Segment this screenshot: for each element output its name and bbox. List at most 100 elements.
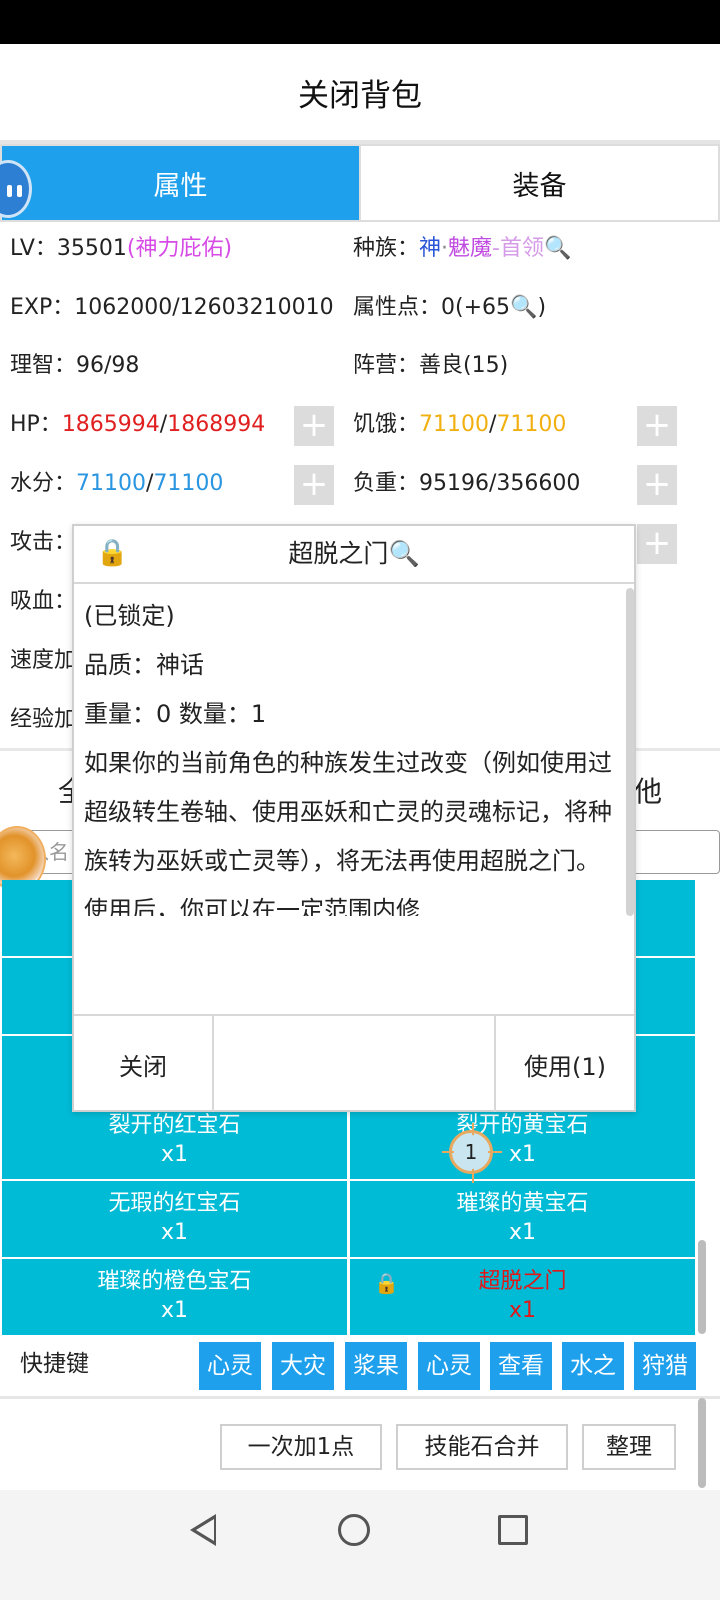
hunger-current: 71100 [419, 412, 490, 437]
hp-label: HP： [10, 412, 62, 437]
shortcut-label: 快捷键 [20, 1351, 89, 1377]
hunger-max: 71100 [496, 412, 567, 437]
load-value: 95196/356600 [419, 471, 581, 496]
shortcut-button[interactable]: 狩猎 [634, 1342, 696, 1390]
dialog-header: 超脱之门🔍 🔒 [74, 526, 634, 584]
bottom-divider [0, 1396, 720, 1399]
grid-scrollbar[interactable] [698, 1240, 706, 1334]
item-name: 璀璨的橙色宝石 [97, 1269, 252, 1294]
status-bar [0, 0, 720, 44]
item-cell-brilliant-orange-gem[interactable]: 璀璨的橙色宝石 x1 [2, 1259, 347, 1335]
dialog-title: 超脱之门🔍 [288, 539, 420, 568]
attack-label: 攻击： [10, 530, 77, 555]
tab-attributes[interactable]: 属性 [2, 146, 359, 220]
page-scrollbar[interactable] [698, 1398, 706, 1488]
hp-max: 1868994 [167, 412, 266, 437]
item-count: x1 [508, 1220, 537, 1245]
race-search-icon[interactable]: 🔍 [544, 236, 571, 261]
sanity-label: 理智： [10, 353, 77, 378]
race-stat: 种族：神·魅魔-首领🔍 [353, 229, 571, 269]
shortcut-button[interactable]: 心灵 [199, 1342, 261, 1390]
item-cell-brilliant-topaz[interactable]: 璀璨的黄宝石 x1 [350, 1181, 695, 1257]
lifesteal-label: 吸血： [10, 589, 77, 614]
level-value: 35501 [56, 236, 127, 261]
exp-bonus-label: 经验加 [10, 707, 77, 732]
weight-quantity-line: 重量：0 数量：1 [84, 700, 267, 728]
hp-stat: HP：1865994/1868994 [10, 405, 265, 445]
level-bonus: (神力庇佑) [126, 236, 233, 261]
quality-line: 品质：神话 [84, 651, 204, 679]
shortcut-button[interactable]: 查看 [490, 1342, 552, 1390]
item-name: 超脱之门 [478, 1269, 567, 1294]
exp-value: 1062000/12603210010 [74, 295, 334, 320]
level-stat: LV：35501(神力庇佑) [10, 229, 232, 269]
item-count: x1 [508, 1298, 537, 1323]
selection-badge-count: 1 [454, 1135, 488, 1169]
add-load-button[interactable]: + [637, 465, 677, 505]
attribute-points-label: 属性点： [353, 295, 442, 320]
water-current: 71100 [76, 471, 147, 496]
item-cell-cracked-ruby[interactable]: 裂开的红宝石 x1 [2, 1103, 347, 1179]
attribute-search-icon[interactable]: 🔍 [510, 295, 537, 320]
add-hp-button[interactable]: + [294, 406, 334, 446]
race-part-dot: · [441, 236, 449, 261]
race-label: 种族： [353, 236, 420, 261]
race-part-succubus: 魅魔 [448, 236, 493, 261]
exp-stat: EXP：1062000/12603210010 [10, 288, 334, 328]
item-name: 裂开的黄宝石 [456, 1113, 589, 1138]
lock-status: (已锁定) [84, 602, 175, 630]
item-name: 无瑕的红宝石 [108, 1191, 241, 1216]
add-one-point-button[interactable]: 一次加1点 [220, 1424, 382, 1470]
water-max: 71100 [153, 471, 224, 496]
load-label: 负重： [353, 471, 420, 496]
speed-bonus-label: 速度加 [10, 648, 77, 673]
recent-apps-icon[interactable] [498, 1515, 528, 1545]
dialog-scrollbar[interactable] [626, 588, 634, 916]
camp-value: 善良(15) [419, 353, 509, 378]
item-name: 裂开的红宝石 [108, 1113, 241, 1138]
navigation-bar [0, 1490, 720, 1600]
dialog-body[interactable]: (已锁定) 品质：神话 重量：0 数量：1 如果你的当前角色的种族发生过改变（例… [84, 592, 614, 916]
item-count: x1 [160, 1298, 189, 1323]
shortcut-button[interactable]: 大灾 [272, 1342, 334, 1390]
use-button[interactable]: 使用(1) [496, 1016, 634, 1112]
merge-skill-stones-button[interactable]: 技能石合并 [396, 1424, 568, 1470]
close-bag-header[interactable]: 关闭背包 [0, 44, 720, 140]
tab-equipment[interactable]: 装备 [361, 146, 718, 220]
item-cell-cracked-topaz[interactable]: 裂开的黄宝石 x1 [350, 1103, 695, 1179]
water-stat: 水分：71100/71100 [10, 464, 223, 504]
item-name: 璀璨的黄宝石 [456, 1191, 589, 1216]
page-title[interactable]: 关闭背包 [298, 70, 422, 115]
add-water-button[interactable]: + [294, 465, 334, 505]
water-label: 水分： [10, 471, 77, 496]
add-attack-button[interactable]: + [637, 524, 677, 564]
selection-badge[interactable]: 1 [442, 1123, 502, 1183]
shortcut-button[interactable]: 浆果 [345, 1342, 407, 1390]
item-cell-flawless-ruby[interactable]: 无瑕的红宝石 x1 [2, 1181, 347, 1257]
load-stat: 负重：95196/356600 [353, 464, 580, 504]
lock-icon[interactable]: 🔒 [96, 538, 128, 568]
item-description: 如果你的当前角色的种族发生过改变（例如使用过超级转生卷轴、使用巫妖和亡灵的灵魂标… [84, 749, 612, 916]
item-cell-transcendence-gate[interactable]: 🔒 超脱之门 x1 [350, 1259, 695, 1335]
shortcut-button[interactable]: 心灵 [418, 1342, 480, 1390]
search-icon[interactable]: 🔍 [388, 539, 419, 568]
hp-current: 1865994 [61, 412, 160, 437]
hunger-label: 饥饿： [353, 412, 420, 437]
exp-label: EXP： [10, 295, 75, 320]
item-count: x1 [160, 1220, 189, 1245]
sanity-stat: 理智：96/98 [10, 346, 139, 386]
filter-other-tab[interactable]: 他 [634, 770, 662, 810]
empty-action-slot[interactable] [214, 1016, 494, 1112]
item-detail-dialog: 超脱之门🔍 🔒 (已锁定) 品质：神话 重量：0 数量：1 如果你的当前角色的种… [72, 524, 636, 1112]
attribute-points-value: 0(+65 [441, 295, 511, 320]
race-part-leader: -首领 [492, 236, 544, 261]
sort-button[interactable]: 整理 [582, 1424, 676, 1470]
level-label: LV： [10, 236, 57, 261]
close-button[interactable]: 关闭 [74, 1016, 212, 1112]
item-count: x1 [160, 1142, 189, 1167]
shortcut-button[interactable]: 水之 [562, 1342, 624, 1390]
camp-label: 阵营： [353, 353, 420, 378]
lock-icon: 🔒 [374, 1271, 399, 1295]
home-icon[interactable] [338, 1514, 370, 1546]
add-hunger-button[interactable]: + [637, 406, 677, 446]
